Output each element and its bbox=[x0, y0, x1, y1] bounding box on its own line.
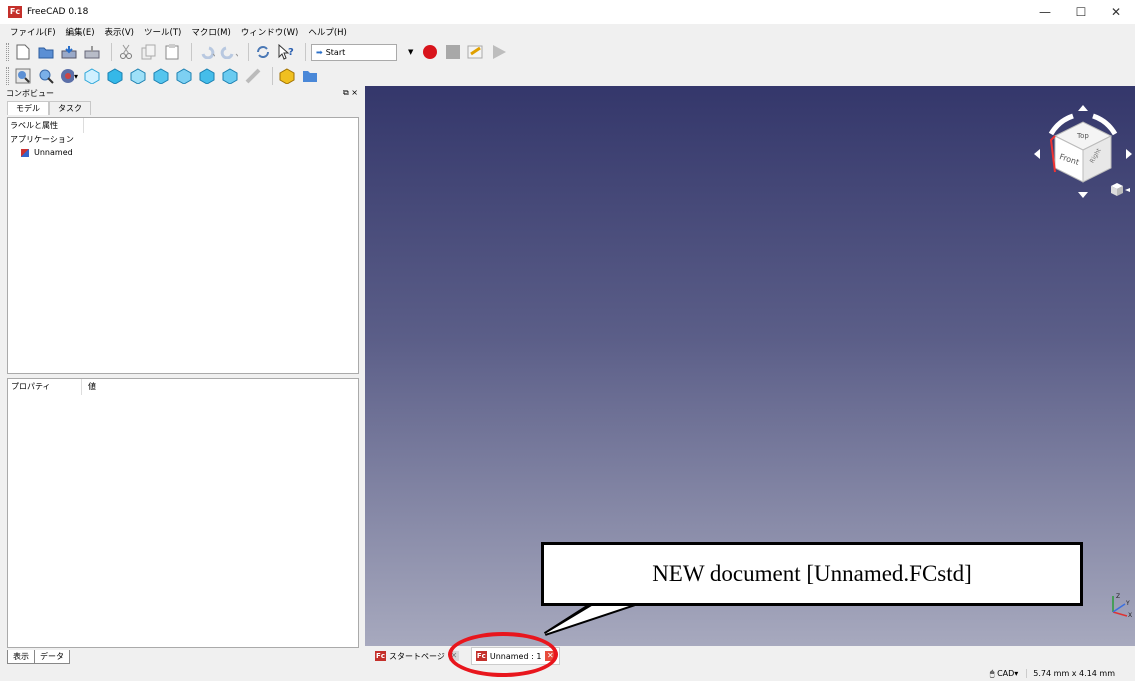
measure-icon[interactable] bbox=[244, 67, 262, 85]
arrow-right-icon[interactable] bbox=[1126, 149, 1132, 159]
property-column-header: プロパティ bbox=[8, 379, 82, 395]
svg-text:Y: Y bbox=[1125, 600, 1130, 607]
svg-text:Z: Z bbox=[1116, 593, 1120, 600]
tab-data[interactable]: データ bbox=[34, 650, 70, 664]
property-tabs: 表示 データ bbox=[7, 650, 70, 664]
svg-text:?: ? bbox=[288, 47, 294, 58]
close-button[interactable]: ✕ bbox=[1101, 0, 1131, 24]
freecad-logo-icon: Fc bbox=[8, 6, 22, 18]
menu-bar: ファイル(F) 編集(E) 表示(V) ツール(T) マクロ(M) ウィンドウ(… bbox=[0, 24, 1135, 40]
tab-view[interactable]: 表示 bbox=[7, 650, 35, 664]
svg-text:X: X bbox=[1128, 612, 1132, 618]
navigation-cube[interactable]: Top Front Right bbox=[1031, 94, 1135, 204]
edit-macro-icon[interactable] bbox=[467, 43, 485, 61]
property-view: プロパティ 値 bbox=[7, 378, 359, 648]
document-icon bbox=[21, 148, 29, 157]
tree-root-application[interactable]: アプリケーション bbox=[8, 133, 358, 146]
arrow-up-icon[interactable] bbox=[1078, 105, 1088, 111]
float-panel-icon[interactable]: ⧉ bbox=[343, 88, 349, 97]
bottom-view-icon[interactable] bbox=[198, 67, 216, 85]
panel-header: コンボビュー ⧉ × bbox=[3, 86, 363, 100]
right-view-icon[interactable] bbox=[152, 67, 170, 85]
menu-tools[interactable]: ツール(T) bbox=[144, 26, 181, 38]
tree-item-unnamed[interactable]: Unnamed bbox=[8, 146, 358, 159]
menu-view[interactable]: 表示(V) bbox=[105, 26, 134, 38]
cut-icon[interactable] bbox=[117, 43, 135, 61]
view-toolbar: ▾ bbox=[0, 64, 324, 88]
whats-this-icon[interactable]: ? bbox=[277, 43, 295, 61]
navigation-style-selector[interactable]: 🖱 CAD▾ bbox=[990, 669, 1019, 679]
arrow-right-icon: ➡ bbox=[316, 47, 323, 57]
front-view-icon[interactable] bbox=[106, 67, 124, 85]
fit-selection-icon[interactable] bbox=[37, 67, 55, 85]
workbench-label: Start bbox=[325, 47, 346, 57]
new-document-icon[interactable] bbox=[14, 43, 32, 61]
left-view-icon[interactable] bbox=[221, 67, 239, 85]
rear-view-icon[interactable] bbox=[175, 67, 193, 85]
save-icon[interactable] bbox=[60, 43, 78, 61]
workbench-selector[interactable]: ➡ Start ▼ bbox=[311, 43, 413, 61]
save-as-icon[interactable] bbox=[83, 43, 101, 61]
cube-top-label: Top bbox=[1076, 132, 1089, 140]
arrow-down-icon[interactable] bbox=[1078, 192, 1088, 198]
view-menu-arrow-icon[interactable] bbox=[1125, 188, 1130, 192]
tree-item-label: Unnamed bbox=[34, 148, 73, 157]
tab-tasks[interactable]: タスク bbox=[49, 101, 91, 115]
undo-icon[interactable] bbox=[197, 43, 215, 61]
stop-macro-icon[interactable] bbox=[444, 43, 462, 61]
tree-header: ラベルと属性 bbox=[8, 118, 84, 133]
minimize-button[interactable]: — bbox=[1030, 0, 1060, 24]
draw-style-icon[interactable]: ▾ bbox=[60, 67, 78, 85]
isometric-view-icon[interactable] bbox=[83, 67, 101, 85]
toolbar-grip[interactable] bbox=[6, 43, 9, 61]
close-panel-icon[interactable]: × bbox=[351, 88, 358, 97]
top-view-icon[interactable] bbox=[129, 67, 147, 85]
callout-box: NEW document [Unnamed.FCstd] bbox=[541, 542, 1083, 606]
part-icon[interactable] bbox=[278, 67, 296, 85]
arrow-left-icon[interactable] bbox=[1034, 149, 1040, 159]
toolbar-grip-2[interactable] bbox=[6, 67, 9, 85]
freecad-logo-icon: Fc bbox=[375, 651, 386, 661]
callout-tail bbox=[543, 600, 635, 636]
fit-all-icon[interactable] bbox=[14, 67, 32, 85]
axis-cross-icon: Z Y X bbox=[1112, 593, 1132, 618]
record-macro-icon[interactable] bbox=[421, 43, 439, 61]
panel-title: コンボビュー bbox=[6, 88, 54, 98]
view-dimensions: 5.74 mm x 4.14 mm bbox=[1026, 669, 1115, 678]
file-toolbar: ? ➡ Start ▼ bbox=[0, 40, 513, 64]
combo-view-panel: コンボビュー ⧉ × モデル タスク ラベルと属性 アプリケーション Unnam… bbox=[3, 86, 363, 664]
menu-macro[interactable]: マクロ(M) bbox=[191, 26, 230, 38]
navigation-style-label: CAD▾ bbox=[997, 668, 1019, 678]
value-column-header: 値 bbox=[88, 382, 96, 391]
menu-file[interactable]: ファイル(F) bbox=[10, 26, 56, 38]
status-bar: 🖱 CAD▾ 5.74 mm x 4.14 mm bbox=[0, 666, 1135, 681]
model-tree: ラベルと属性 アプリケーション Unnamed bbox=[7, 117, 359, 374]
copy-icon[interactable] bbox=[140, 43, 158, 61]
tab-model[interactable]: モデル bbox=[7, 101, 49, 115]
group-folder-icon[interactable] bbox=[301, 67, 319, 85]
menu-help[interactable]: ヘルプ(H) bbox=[308, 26, 347, 38]
menu-edit[interactable]: 編集(E) bbox=[66, 26, 95, 38]
refresh-icon[interactable] bbox=[254, 43, 272, 61]
menu-window[interactable]: ウィンドウ(W) bbox=[241, 26, 299, 38]
maximize-button[interactable]: ☐ bbox=[1066, 0, 1096, 24]
paste-icon[interactable] bbox=[163, 43, 181, 61]
panel-tabs: モデル タスク bbox=[3, 100, 363, 115]
redo-icon[interactable] bbox=[220, 43, 238, 61]
window-title: FreeCAD 0.18 bbox=[27, 7, 89, 17]
title-bar: Fc FreeCAD 0.18 — ☐ ✕ bbox=[0, 0, 1135, 24]
open-icon[interactable] bbox=[37, 43, 55, 61]
run-macro-icon[interactable] bbox=[490, 43, 508, 61]
tab-label: スタートページ bbox=[389, 651, 445, 661]
